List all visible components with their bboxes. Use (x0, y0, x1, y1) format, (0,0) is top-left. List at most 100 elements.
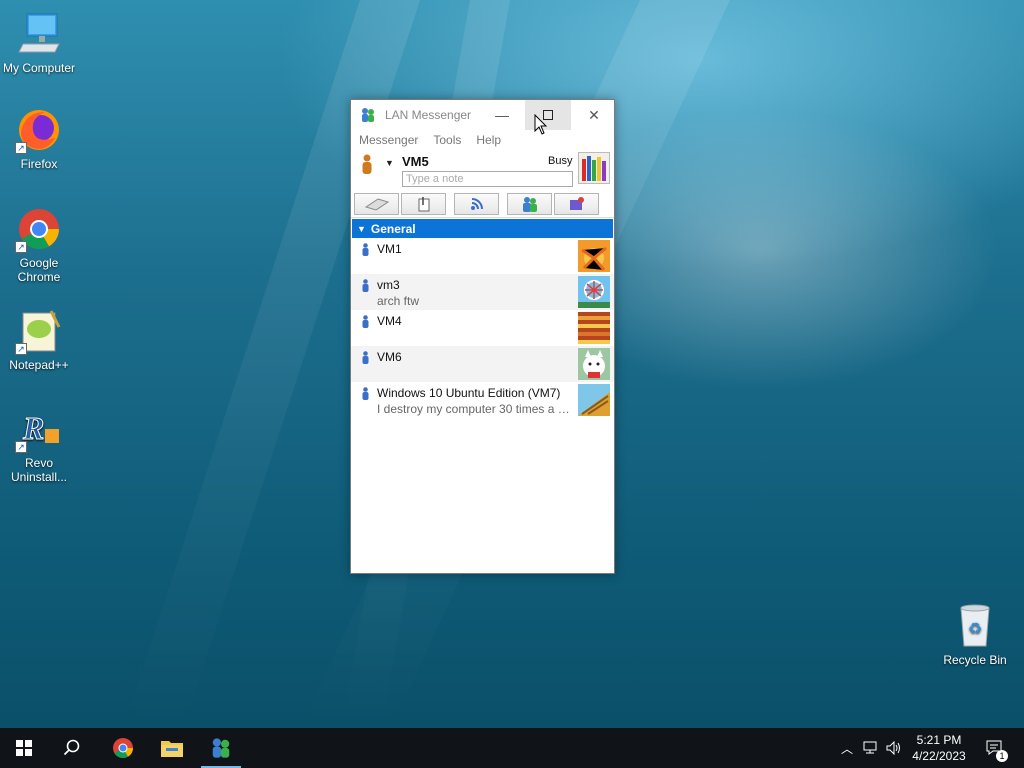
menu-bar: Messenger Tools Help (351, 130, 614, 150)
contact-item[interactable]: VM4 (351, 310, 614, 346)
network-button[interactable] (861, 728, 881, 768)
desktop-icon-firefox[interactable]: ↗ Firefox (0, 106, 78, 171)
close-button[interactable]: ✕ (571, 100, 617, 130)
folder-icon (161, 741, 183, 757)
desktop-icon-google-chrome[interactable]: ↗ Google Chrome (0, 205, 78, 284)
user-status: Busy (548, 155, 573, 167)
contact-item[interactable]: VM1 (351, 238, 614, 274)
taskbar-clock[interactable]: 5:21 PM 4/22/2023 (906, 732, 972, 764)
add-user-icon (522, 196, 537, 212)
contact-item[interactable]: vm3 arch ftw (351, 274, 614, 310)
lan-messenger-window: LAN Messenger — ✕ Messenger Tools Help ▼… (350, 99, 615, 574)
chevron-up-icon: ︿ (840, 741, 853, 756)
notifications-button[interactable]: 1 (980, 728, 1010, 768)
shortcut-arrow-icon: ↗ (15, 241, 27, 253)
chrome-icon: ↗ (15, 205, 63, 253)
taskbar-lan-messenger[interactable] (197, 728, 245, 768)
firefox-icon: ↗ (15, 106, 63, 154)
lan-messenger-icon (360, 107, 376, 123)
maximize-button[interactable] (525, 100, 571, 130)
start-button[interactable] (0, 728, 48, 768)
contact-note: I destroy my computer 30 times a day (377, 402, 573, 416)
windows-icon (16, 740, 32, 756)
contact-name: VM4 (377, 314, 402, 328)
contact-name: vm3 (377, 278, 400, 292)
desktop-icon-label: My Computer (2, 61, 76, 75)
minimize-icon: — (495, 107, 509, 123)
desktop-icon-label: Google Chrome (17, 256, 61, 284)
search-icon (63, 739, 80, 756)
menu-tools[interactable]: Tools (433, 133, 461, 147)
desktop-icon-notepad-plus-plus[interactable]: ↗ Notepad++ (0, 307, 78, 372)
contact-avatar (578, 240, 610, 272)
tools-icon (569, 196, 584, 210)
speaker-icon (886, 741, 900, 755)
contact-note: arch ftw (377, 294, 420, 308)
add-contact-button[interactable] (507, 192, 552, 215)
broadcast-button[interactable] (354, 192, 399, 215)
search-button[interactable] (48, 728, 96, 768)
contact-avatar (578, 276, 610, 308)
show-hidden-icons-button[interactable]: ︿ (838, 728, 856, 768)
window-title: LAN Messenger (385, 108, 472, 122)
toolbar (351, 190, 614, 218)
taskbar-chrome[interactable] (99, 728, 147, 768)
clock-time: 5:21 PM (916, 733, 962, 747)
desktop-icon-label: Notepad++ (9, 358, 69, 372)
shortcut-arrow-icon: ↗ (15, 343, 27, 355)
recycle-bin-icon: ♻ (951, 602, 999, 650)
notepad-plus-plus-icon: ↗ (15, 307, 63, 355)
expand-chevron-icon: ▼ (357, 223, 366, 234)
title-bar[interactable]: LAN Messenger — ✕ (351, 100, 614, 130)
chrome-icon (113, 738, 133, 758)
tools-button[interactable] (554, 192, 599, 215)
volume-button[interactable] (884, 728, 904, 768)
desktop-icon-label: Revo Uninstall... (10, 456, 68, 484)
contact-status-icon (362, 351, 369, 364)
menu-messenger[interactable]: Messenger (359, 133, 418, 147)
status-dropdown-chevron-icon[interactable]: ▼ (385, 158, 394, 168)
file-transfer-button[interactable] (401, 192, 446, 215)
desktop-icon-my-computer[interactable]: My Computer (0, 10, 78, 75)
user-avatar[interactable] (578, 152, 610, 184)
mouse-cursor (534, 113, 548, 139)
minimize-button[interactable]: — (479, 100, 525, 130)
contact-item[interactable]: Windows 10 Ubuntu Edition (VM7) I destro… (351, 382, 614, 418)
desktop-icon-label: Recycle Bin (943, 653, 1007, 667)
desktop-icon-recycle-bin[interactable]: ♻ Recycle Bin (936, 602, 1014, 667)
notification-count-badge: 1 (996, 750, 1008, 762)
contact-status-icon (362, 279, 369, 292)
close-icon: ✕ (588, 106, 600, 123)
contact-item[interactable]: VM6 (351, 346, 614, 382)
contact-avatar (578, 384, 610, 416)
svg-text:♻: ♻ (968, 621, 982, 638)
computer-icon (15, 10, 63, 58)
attachment-icon (418, 196, 429, 211)
contact-avatar (578, 348, 610, 380)
contact-status-icon (362, 243, 369, 256)
clock-date: 4/22/2023 (912, 749, 966, 763)
contact-status-icon (362, 387, 369, 400)
network-icon (863, 741, 877, 754)
contact-name: VM6 (377, 350, 402, 364)
rss-button[interactable] (454, 192, 499, 215)
contact-avatar (578, 312, 610, 344)
note-input[interactable] (402, 171, 573, 187)
group-label: General (370, 221, 416, 236)
group-general[interactable]: ▼ General (352, 219, 613, 238)
revo-uninstaller-icon: R ↗ (15, 405, 63, 453)
shortcut-arrow-icon: ↗ (15, 142, 27, 154)
contact-list: VM1 vm3 arch ftw VM4 VM6 Windows 10 Ubun… (351, 238, 614, 418)
busy-status-icon[interactable] (361, 154, 373, 174)
taskbar-file-explorer[interactable] (148, 728, 196, 768)
user-name: VM5 (402, 154, 429, 169)
lan-messenger-icon (212, 738, 230, 758)
broadcast-icon (364, 197, 389, 211)
rss-icon (470, 197, 483, 210)
user-profile: ▼ VM5 Busy (351, 150, 614, 190)
shortcut-arrow-icon: ↗ (15, 441, 27, 453)
contact-name: Windows 10 Ubuntu Edition (VM7) (377, 386, 561, 400)
contact-status-icon (362, 315, 369, 328)
desktop-icon-revo-uninstaller[interactable]: R ↗ Revo Uninstall... (0, 405, 78, 485)
menu-help[interactable]: Help (476, 133, 501, 147)
